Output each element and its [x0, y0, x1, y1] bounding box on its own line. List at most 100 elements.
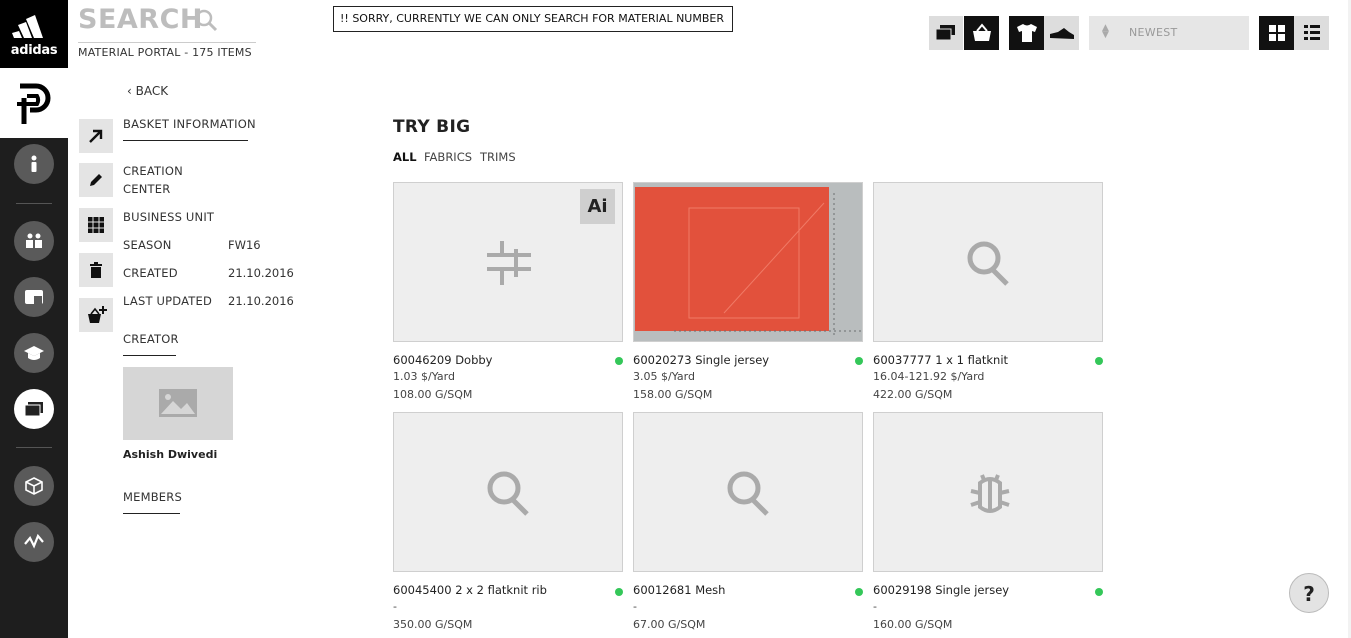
tshirt-icon — [1017, 24, 1037, 42]
basket-button[interactable] — [964, 16, 999, 50]
adidas-logo[interactable]: adidas — [0, 0, 68, 68]
material-card[interactable] — [633, 182, 863, 342]
trim-icon — [487, 241, 531, 285]
trash-icon — [90, 262, 102, 278]
add-to-basket-button[interactable] — [79, 298, 113, 332]
business-unit-label: BUSINESS UNIT — [123, 210, 215, 224]
material-weight: 158.00 G/SQM — [633, 388, 713, 401]
material-price: 1.03 $/Yard — [393, 370, 455, 383]
material-name[interactable]: 60020273 Single jersey — [633, 353, 769, 367]
material-price: 3.05 $/Yard — [633, 370, 695, 383]
grid-select-icon — [88, 217, 104, 233]
view-baskets-button[interactable] — [929, 16, 963, 50]
availability-dot — [615, 588, 623, 596]
learning-nav-button[interactable] — [14, 333, 54, 373]
material-card[interactable] — [873, 412, 1103, 572]
bug-icon — [970, 474, 1010, 513]
season-label: SEASON — [123, 238, 172, 252]
members-heading[interactable]: MEMBERS — [123, 490, 182, 504]
left-rail: adidas — [0, 0, 68, 638]
stack-icon — [24, 402, 43, 417]
basket-title: TRY BIG — [393, 117, 471, 137]
sort-select[interactable]: ▲ ▼ NEWEST — [1089, 16, 1249, 50]
search-bar[interactable]: SEARCH — [78, 4, 256, 43]
board-nav-button[interactable] — [14, 277, 54, 317]
material-weight: 108.00 G/SQM — [393, 388, 473, 401]
portal-subtitle: MATERIAL PORTAL - 175 ITEMS — [78, 46, 252, 59]
image-placeholder-icon — [159, 389, 197, 417]
portal-logo[interactable] — [0, 68, 68, 138]
material-weight: 67.00 G/SQM — [633, 618, 706, 631]
material-weight: 350.00 G/SQM — [393, 618, 473, 631]
material-weight: 160.00 G/SQM — [873, 618, 953, 631]
list-icon — [1304, 25, 1320, 40]
material-name[interactable]: 60012681 Mesh — [633, 583, 725, 597]
select-basket-button[interactable] — [79, 208, 113, 242]
basket-add-icon — [88, 306, 107, 323]
cube-icon — [25, 477, 43, 495]
apparel-filter-button[interactable] — [1009, 16, 1044, 50]
info-nav-button[interactable] — [14, 144, 54, 184]
list-view-button[interactable] — [1294, 16, 1329, 50]
search-label[interactable]: SEARCH — [78, 4, 203, 35]
filter-trims[interactable]: TRIMS — [480, 150, 516, 164]
adidas-wordmark: adidas — [10, 43, 58, 58]
grid-icon — [1269, 25, 1285, 41]
material-name[interactable]: 60029198 Single jersey — [873, 583, 1009, 597]
grid-view-button[interactable] — [1259, 16, 1294, 50]
basket-icon — [973, 23, 991, 41]
pencil-icon — [90, 174, 102, 186]
basket-information-heading: BASKET INFORMATION — [123, 117, 256, 131]
material-price: - — [873, 600, 877, 613]
ai-file-badge: Ai — [580, 189, 615, 224]
material-name[interactable]: 60046209 Dobby — [393, 353, 493, 367]
creator-avatar — [123, 367, 233, 440]
filter-all[interactable]: ALL — [393, 150, 417, 164]
help-button[interactable]: ? — [1289, 573, 1329, 613]
availability-dot — [855, 357, 863, 365]
availability-dot — [1095, 588, 1103, 596]
material-card[interactable]: Ai — [393, 182, 623, 342]
arrow-up-right-icon — [89, 129, 103, 143]
search-placeholder-icon — [967, 241, 1009, 286]
shoe-icon — [1050, 28, 1074, 39]
baskets-nav-button[interactable] — [14, 389, 54, 429]
material-name[interactable]: 60045400 2 x 2 flatknit rib — [393, 583, 547, 597]
availability-dot — [855, 588, 863, 596]
sort-arrows-icon: ▲ ▼ — [1102, 23, 1109, 40]
last-updated-label: LAST UPDATED — [123, 294, 213, 308]
material-card[interactable] — [633, 412, 863, 572]
season-value: FW16 — [228, 238, 261, 252]
material-card[interactable] — [873, 182, 1103, 342]
search-notice: !! SORRY, CURRENTLY WE CAN ONLY SEARCH F… — [333, 6, 733, 32]
creation-center-label-2: CENTER — [123, 182, 171, 196]
back-link[interactable]: ‹ BACK — [127, 84, 168, 98]
search-placeholder-icon — [727, 471, 769, 516]
search-icon[interactable] — [195, 9, 219, 33]
material-price: - — [393, 600, 397, 613]
team-icon — [26, 233, 42, 248]
team-nav-button[interactable] — [14, 221, 54, 261]
creator-name: Ashish Dwivedi — [123, 448, 218, 461]
analytics-nav-button[interactable] — [14, 522, 54, 562]
material-card[interactable] — [393, 412, 623, 572]
pulse-icon — [24, 533, 44, 549]
chevron-left-icon: ‹ — [127, 84, 132, 98]
filter-fabrics[interactable]: FABRICS — [424, 150, 472, 164]
created-label: CREATED — [123, 266, 178, 280]
delete-basket-button[interactable] — [79, 253, 113, 287]
sort-value: NEWEST — [1129, 26, 1178, 39]
edit-basket-button[interactable] — [79, 163, 113, 197]
material-price: 16.04-121.92 $/Yard — [873, 370, 985, 383]
footwear-filter-button[interactable] — [1044, 16, 1079, 50]
share-basket-button[interactable] — [79, 119, 113, 153]
creation-center-label-1: CREATION — [123, 164, 183, 178]
search-placeholder-icon — [487, 471, 529, 516]
material-price: - — [633, 600, 637, 613]
back-label: BACK — [135, 84, 169, 98]
availability-dot — [615, 357, 623, 365]
material-name[interactable]: 60037777 1 x 1 flatknit — [873, 353, 1008, 367]
3d-nav-button[interactable] — [14, 466, 54, 506]
created-value: 21.10.2016 — [228, 266, 294, 280]
material-weight: 422.00 G/SQM — [873, 388, 953, 401]
